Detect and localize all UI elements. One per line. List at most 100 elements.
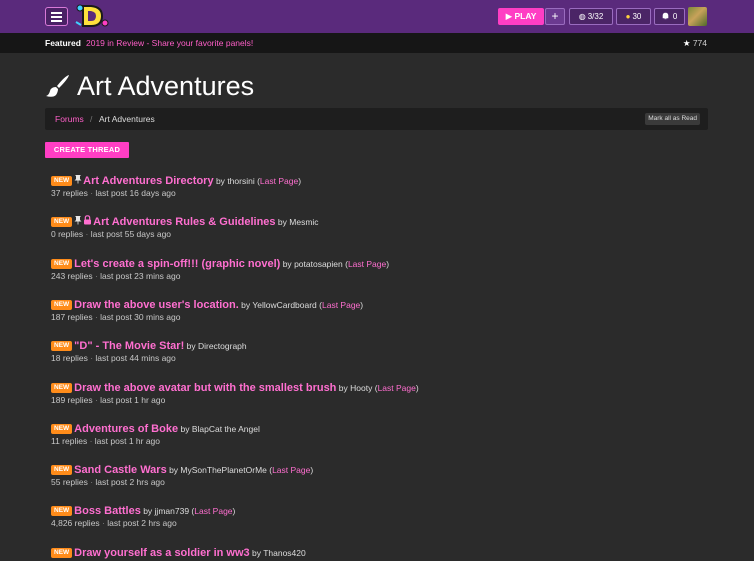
thread-meta: 11 replies · last post 1 hr ago: [51, 436, 160, 446]
lock-icon: [84, 215, 92, 225]
by-label: by: [252, 548, 261, 558]
last-post-time: last post 30 mins ago: [100, 312, 181, 322]
thread-author: by Mesmic: [276, 217, 319, 227]
reply-count: 187 replies: [51, 312, 93, 322]
new-badge: NEW: [51, 217, 73, 227]
by-label: by: [282, 259, 292, 269]
last-page-link[interactable]: Last Page: [272, 465, 310, 475]
pin-icon: [74, 175, 82, 184]
by-label: by: [180, 424, 190, 434]
thread-meta: 4,826 replies · last post 2 hrs ago: [51, 518, 177, 528]
author-name[interactable]: jjman739: [155, 506, 190, 516]
last-post-time: last post 1 hr ago: [94, 436, 161, 446]
thread-title-link[interactable]: Draw the above avatar but with the small…: [74, 382, 336, 394]
create-thread-button[interactable]: CREATE THREAD: [45, 142, 129, 158]
featured-bar: Featured 2019 in Review - Share your fav…: [0, 33, 754, 53]
thread-meta: 18 replies · last post 44 mins ago: [51, 353, 176, 363]
breadcrumb-current: Art Adventures: [99, 114, 155, 124]
thread-title-link[interactable]: Draw the above user's location.: [74, 299, 239, 311]
author-name[interactable]: Thanos420: [263, 548, 306, 558]
last-page-wrapper: (Last Page): [342, 259, 390, 269]
thread-meta: 187 replies · last post 30 mins ago: [51, 312, 180, 322]
meta-separator: ·: [87, 436, 95, 446]
thread-meta: 243 replies · last post 23 mins ago: [51, 271, 180, 281]
reply-count: 0 replies: [51, 229, 84, 239]
breadcrumb-forums-link[interactable]: Forums: [55, 108, 84, 130]
thread-author: by Directograph: [184, 341, 247, 351]
thread-author: by Hooty: [336, 383, 373, 393]
mark-all-read-button[interactable]: Mark all as Read: [645, 113, 700, 125]
thread-title-link[interactable]: Boss Battles: [74, 505, 141, 517]
last-page-link[interactable]: Last Page: [378, 383, 416, 393]
last-page-wrapper: (Last Page): [316, 300, 364, 310]
thread-row: NEW Adventures of Boke by BlapCat the Ang…: [51, 419, 711, 455]
site-logo[interactable]: [74, 2, 110, 30]
add-panel-button[interactable]: +: [545, 8, 565, 25]
user-avatar[interactable]: [688, 7, 707, 26]
thread-title-link[interactable]: Draw yourself as a soldier in ww3: [74, 547, 249, 559]
new-badge: NEW: [51, 465, 73, 475]
thread-meta: 55 replies · last post 2 hrs ago: [51, 477, 165, 487]
last-page-link[interactable]: Last Page: [194, 506, 232, 516]
thread-title-link[interactable]: Adventures of Boke: [74, 423, 178, 435]
author-name[interactable]: thorsini: [227, 176, 254, 186]
globe-stat-button[interactable]: ◍ 3/32: [569, 8, 613, 25]
play-button[interactable]: ▶ PLAY: [498, 8, 544, 25]
thread-author: by YellowCardboard: [239, 300, 317, 310]
new-badge: NEW: [51, 341, 73, 351]
thread-title-line: NEW Let's create a spin-off!!! (graphic n…: [51, 254, 389, 270]
coin-icon: ●: [625, 12, 631, 21]
featured-label: Featured: [45, 38, 81, 48]
globe-icon: ◍: [578, 12, 586, 21]
last-post-time: last post 44 mins ago: [95, 353, 176, 363]
author-name[interactable]: YellowCardboard: [252, 300, 316, 310]
thread-author: by MySonThePlanetOrMe: [167, 465, 267, 475]
thread-title-line: NEW Draw the above user's location. by Ye…: [51, 295, 363, 311]
new-badge: NEW: [51, 300, 73, 310]
last-page-link[interactable]: Last Page: [348, 259, 386, 269]
reply-count: 4,826 replies: [51, 518, 100, 528]
thread-row: NEW Let's create a spin-off!!! (graphic n…: [51, 254, 711, 290]
last-post-time: last post 1 hr ago: [100, 395, 166, 405]
thread-title-link[interactable]: Art Adventures Directory: [83, 175, 213, 187]
pin-icon: [74, 216, 82, 225]
top-navbar: ▶ PLAY + ◍ 3/32 ● 30 0: [0, 0, 754, 33]
thread-title-link[interactable]: "D" - The Movie Star!: [74, 340, 184, 352]
thread-title-line: NEW Draw yourself as a soldier in ww3 by …: [51, 543, 306, 559]
coin-stat-button[interactable]: ● 30: [616, 8, 651, 25]
last-post-time: last post 23 mins ago: [100, 271, 181, 281]
new-badge: NEW: [51, 259, 73, 269]
reply-count: 11 replies: [51, 436, 88, 446]
by-label: by: [143, 506, 153, 516]
author-name[interactable]: potatosapien: [294, 259, 343, 269]
thread-author: by BlapCat the Angel: [178, 424, 260, 434]
thread-title-link[interactable]: Art Adventures Rules & Guidelines: [93, 216, 275, 228]
author-name[interactable]: BlapCat the Angel: [192, 424, 260, 434]
thread-title-link[interactable]: Sand Castle Wars: [74, 464, 167, 476]
thread-author: by potatosapien: [280, 259, 343, 269]
last-page-wrapper: (Last Page): [254, 176, 302, 186]
play-icon: ▶: [505, 11, 513, 21]
thread-row: NEW Art Adventures Directory by thorsini …: [51, 171, 711, 207]
thread-row: NEW Boss Battles by jjman739 (Last Page) 4…: [51, 501, 711, 537]
new-badge: NEW: [51, 424, 73, 434]
thread-title-line: NEW Sand Castle Wars by MySonThePlanetOrM…: [51, 460, 313, 476]
reply-count: 189 replies: [51, 395, 93, 405]
last-page-wrapper: (Last Page): [372, 383, 419, 393]
hamburger-menu-button[interactable]: [45, 7, 68, 26]
thread-title-link[interactable]: Let's create a spin-off!!! (graphic nove…: [74, 258, 280, 270]
author-name[interactable]: Hooty: [350, 383, 372, 393]
author-name[interactable]: Directograph: [198, 341, 247, 351]
reply-count: 55 replies: [51, 477, 88, 487]
breadcrumb: Forums / Art Adventures Mark all as Read: [45, 108, 708, 130]
last-page-link[interactable]: Last Page: [322, 300, 360, 310]
author-name[interactable]: MySonThePlanetOrMe: [180, 465, 266, 475]
by-label: by: [186, 341, 196, 351]
author-name[interactable]: Mesmic: [289, 217, 318, 227]
featured-link[interactable]: 2019 in Review - Share your favorite pan…: [86, 33, 253, 53]
thread-author: by jjman739: [141, 506, 189, 516]
last-page-link[interactable]: Last Page: [260, 176, 298, 186]
notifications-button[interactable]: 0: [654, 8, 685, 25]
last-page-wrapper: (Last Page): [189, 506, 236, 516]
thread-row: NEW Draw the above avatar but with the sm…: [51, 378, 711, 414]
